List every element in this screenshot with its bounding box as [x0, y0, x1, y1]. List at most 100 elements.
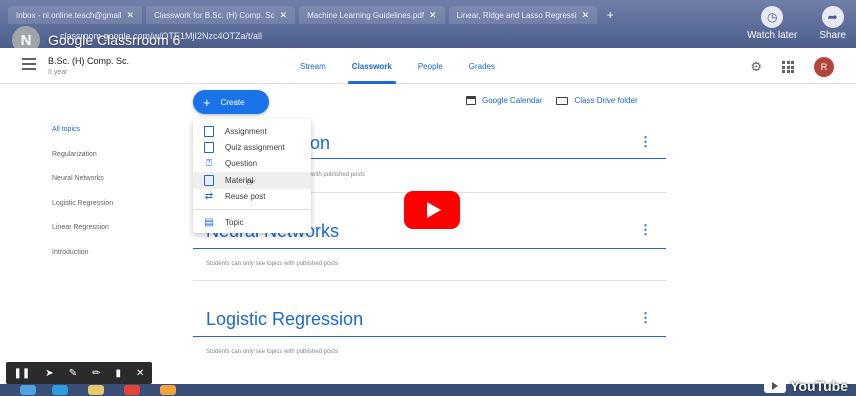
section-underline [193, 248, 666, 249]
classroom-header: B.Sc. (H) Comp. Sc. II year Stream Class… [0, 48, 856, 84]
avatar[interactable]: R [814, 57, 834, 77]
taskbar-app-icon[interactable] [124, 385, 140, 395]
menu-divider [193, 208, 311, 210]
os-taskbar [0, 384, 856, 396]
eraser-icon[interactable]: ▮ [116, 368, 122, 379]
pointer-icon[interactable]: ➤ [45, 368, 53, 379]
pen-icon[interactable]: ✎ [69, 368, 77, 379]
menu-item-label: Topic [225, 217, 244, 227]
section-note: Students can only see topics with publis… [206, 349, 339, 355]
class-drive-link[interactable]: Class Drive folder [556, 96, 638, 105]
section-title[interactable]: Logistic Regression [206, 309, 363, 330]
question-icon: ⍰ [206, 158, 212, 170]
more-vert-icon[interactable]: ⋮ [639, 310, 652, 326]
share-label: Share [819, 30, 846, 41]
close-icon[interactable]: ✕ [582, 10, 590, 21]
video-title[interactable]: Google Classrroom 6 [48, 32, 180, 48]
taskbar-app-icon[interactable] [88, 385, 104, 395]
close-icon[interactable]: ✕ [280, 10, 288, 21]
menu-item-label: Question [225, 159, 258, 169]
reuse-icon: ⇄ [204, 191, 214, 203]
section-note: Students can only see topics with publis… [206, 261, 339, 267]
topic-icon: ▤ [204, 216, 214, 228]
hand-cursor-icon: ☞ [246, 177, 256, 189]
close-icon[interactable]: ✕ [136, 368, 144, 379]
share-icon: ➦ [821, 6, 844, 28]
menu-item-quiz-assignment[interactable]: Quiz assignment [193, 139, 311, 155]
play-icon [426, 202, 441, 218]
menu-icon[interactable] [22, 58, 36, 70]
material-icon [203, 174, 215, 186]
section-title[interactable]: on [310, 133, 330, 154]
topic-logistic-regression[interactable]: Logistic Regression [52, 200, 172, 225]
annotation-toolbar: ❚❚ ➤ ✎ ✏ ▮ ✕ [6, 362, 152, 384]
topic-linear-regression[interactable]: Linear Regression [52, 224, 172, 249]
menu-item-label: Reuse post [225, 192, 266, 202]
browser-chrome: Inbox - ni.online.teach@gmail ✕ Classwork… [0, 0, 856, 54]
browser-tab[interactable]: Machine Learning Guidelines.pdf ✕ [299, 6, 445, 24]
youtube-logo[interactable]: YouTube [764, 378, 848, 394]
classroom-tabs: Stream Classwork People Grades [300, 48, 495, 84]
class-drive-label: Class Drive folder [574, 96, 638, 105]
create-label: Create [220, 97, 245, 107]
apps-grid-icon[interactable] [782, 61, 794, 73]
watch-later-button[interactable]: ◷ Watch later [747, 6, 797, 41]
share-button[interactable]: ➦ Share [819, 6, 846, 41]
close-icon[interactable]: ✕ [429, 10, 437, 21]
browser-tab[interactable]: Linear, Ridge and Lasso Regressi ✕ [448, 6, 598, 24]
close-icon[interactable]: ✕ [127, 10, 135, 21]
gear-icon[interactable]: ⚙ [750, 59, 762, 75]
classwork-links: Google Calendar Class Drive folder [466, 96, 638, 105]
youtube-wordmark: YouTube [790, 378, 848, 394]
topic-introduction[interactable]: Introduction [52, 249, 172, 274]
topic-neural-networks[interactable]: Neural Networks [52, 175, 172, 200]
browser-tab[interactable]: Inbox - ni.online.teach@gmail ✕ [8, 6, 143, 24]
folder-icon [556, 96, 569, 105]
tab-grades[interactable]: Grades [469, 48, 495, 84]
menu-item-topic[interactable]: ▤ Topic [193, 214, 311, 230]
browser-tabstrip: Inbox - ni.online.teach@gmail ✕ Classwork… [0, 6, 700, 24]
plus-icon: + [203, 94, 211, 110]
menu-item-label: Assignment [225, 126, 267, 136]
video-actions: ◷ Watch later ➦ Share [747, 6, 846, 41]
create-button[interactable]: + Create [193, 90, 269, 114]
browser-tab-label: Classwork for B.Sc. (H) Comp. Sc [154, 10, 275, 20]
tab-people[interactable]: People [418, 48, 443, 84]
menu-item-assignment[interactable]: Assignment [193, 123, 311, 139]
taskbar-app-icon[interactable] [52, 385, 68, 395]
section-underline [193, 336, 666, 337]
taskbar-app-icon[interactable] [160, 385, 176, 395]
more-vert-icon[interactable]: ⋮ [639, 222, 652, 238]
course-name[interactable]: B.Sc. (H) Comp. Sc. [48, 56, 129, 66]
browser-tab-label: Inbox - ni.online.teach@gmail [16, 10, 122, 20]
taskbar-app-icon[interactable] [20, 385, 36, 395]
header-actions: ⚙ R [750, 57, 834, 77]
browser-tab-label: Machine Learning Guidelines.pdf [307, 10, 425, 20]
google-calendar-link[interactable]: Google Calendar [466, 96, 542, 105]
calendar-icon [466, 96, 476, 105]
clock-icon: ◷ [761, 6, 784, 28]
assignment-icon [203, 125, 215, 137]
google-calendar-label: Google Calendar [482, 96, 543, 105]
topic-all[interactable]: All topics [52, 126, 172, 151]
new-tab-button[interactable]: + [601, 6, 619, 24]
play-button[interactable] [404, 191, 460, 229]
browser-tab-label: Linear, Ridge and Lasso Regressi [456, 10, 577, 20]
menu-item-reuse-post[interactable]: ⇄ Reuse post [193, 189, 311, 205]
youtube-play-icon [764, 379, 787, 393]
quiz-icon [203, 142, 215, 154]
tab-stream[interactable]: Stream [300, 48, 326, 84]
watch-later-label: Watch later [747, 30, 798, 41]
menu-item-question[interactable]: ⍰ Question [193, 156, 311, 172]
topic-regularization[interactable]: Regularization [52, 151, 172, 176]
topic-list: All topics Regularization Neural Network… [52, 126, 172, 274]
tab-classwork[interactable]: Classwork [347, 48, 396, 84]
highlighter-icon[interactable]: ✏ [92, 368, 100, 379]
menu-item-label: Quiz assignment [225, 143, 285, 153]
pause-icon[interactable]: ❚❚ [14, 368, 31, 379]
topic-section: Logistic Regression ⋮ Students can only … [193, 306, 666, 366]
section-divider [193, 280, 666, 281]
section-note: with published posts [311, 172, 366, 178]
more-vert-icon[interactable]: ⋮ [639, 134, 652, 150]
browser-tab[interactable]: Classwork for B.Sc. (H) Comp. Sc ✕ [146, 6, 296, 24]
